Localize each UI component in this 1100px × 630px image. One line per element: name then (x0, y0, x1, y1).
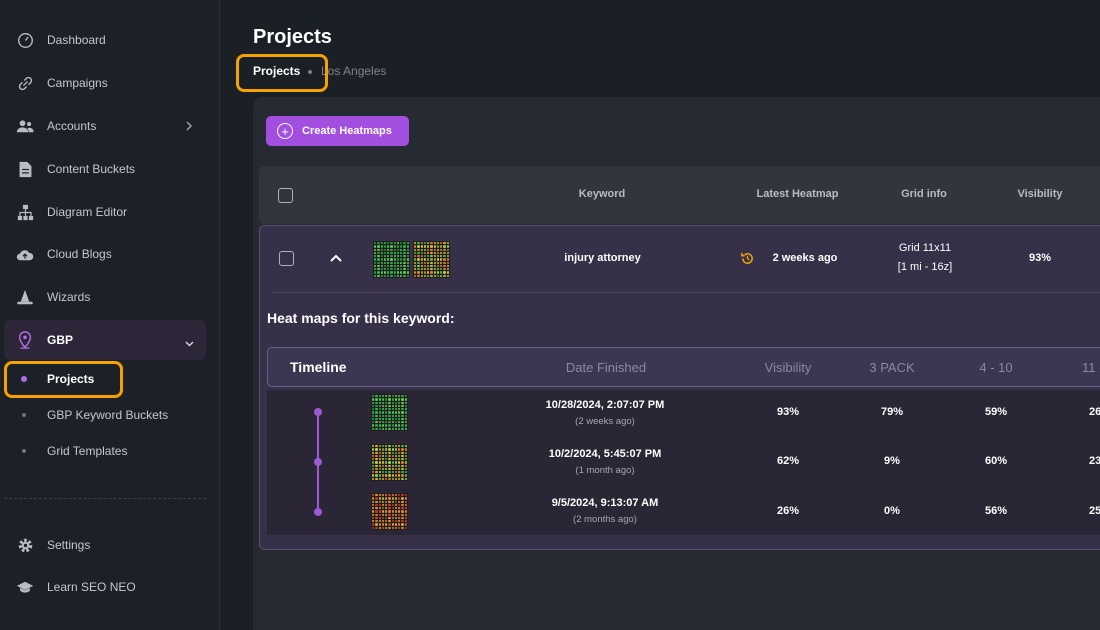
graduation-cap-icon (16, 578, 34, 596)
sidebar-item-label: Wizards (47, 290, 91, 304)
users-icon (16, 117, 34, 135)
sidebar-item-campaigns[interactable]: Campaigns (0, 63, 220, 103)
plus-circle-icon: + (277, 123, 293, 139)
gear-icon (16, 536, 34, 554)
latest-heatmap-cell: 2 weeks ago (772, 252, 838, 264)
heatmap-thumbnail[interactable] (413, 241, 450, 278)
date-finished: 9/5/2024, 9:13:07 AM (551, 497, 659, 509)
sidebar-item-label: Campaigns (47, 76, 108, 90)
cloud-upload-icon (16, 245, 34, 263)
sitemap-icon (16, 203, 34, 221)
sidebar-item-label: Diagram Editor (47, 205, 128, 219)
pack3-value: 9% (884, 455, 900, 467)
rank-11-value: 26 (1089, 406, 1100, 418)
row-divider (272, 292, 1100, 293)
select-all-checkbox[interactable] (278, 188, 293, 203)
sidebar-item-label: Learn SEO NEO (47, 580, 136, 594)
sidebar-divider (4, 498, 206, 499)
sidebar-item-label: Cloud Blogs (47, 247, 112, 261)
document-icon (16, 160, 34, 178)
rank-4-10-value: 59% (984, 406, 1008, 418)
date-relative: (2 months ago) (573, 514, 637, 525)
date-relative: (2 weeks ago) (575, 416, 635, 427)
grid-info-line2: [1 mi - 16z] (897, 261, 953, 273)
visibility-value: 93% (776, 406, 800, 418)
create-heatmaps-button[interactable]: + Create Heatmaps (266, 116, 409, 146)
timeline-dot (314, 408, 322, 416)
gauge-icon (16, 31, 34, 49)
sidebar-item-label: Settings (47, 538, 91, 552)
column-header-grid-info[interactable]: Grid info (884, 188, 964, 200)
column-header-4-10[interactable]: 4 - 10 (966, 360, 1026, 375)
bullet-dot (22, 449, 26, 453)
link-icon (16, 74, 34, 92)
heatmap-thumbnail[interactable] (371, 444, 408, 481)
sidebar-item-diagram-editor[interactable]: Diagram Editor (0, 192, 220, 232)
column-header-visibility[interactable]: Visibility (1000, 188, 1080, 200)
wizard-hat-icon (16, 288, 34, 306)
sidebar-item-cloud-blogs[interactable]: Cloud Blogs (0, 234, 220, 274)
sidebar-item-learn-seo-neo[interactable]: Learn SEO NEO (0, 567, 220, 607)
rank-4-10-value: 56% (984, 505, 1008, 517)
keyword-cell[interactable]: injury attorney (545, 252, 660, 264)
sidebar-item-content-buckets[interactable]: Content Buckets (0, 149, 220, 189)
pack3-value: 0% (884, 505, 900, 517)
map-pin-icon (16, 331, 34, 349)
column-header-visibility[interactable]: Visibility (750, 360, 826, 375)
page-title: Projects (253, 26, 332, 48)
sidebar-item-label: Content Buckets (47, 162, 136, 176)
sidebar-item-label: Dashboard (47, 33, 106, 47)
sidebar: Dashboard Campaigns Accounts Content Buc… (0, 0, 220, 630)
heatmap-thumbnail[interactable] (371, 394, 408, 431)
sidebar-item-label: GBP (47, 333, 74, 347)
heatmap-thumbnail[interactable] (373, 241, 410, 278)
date-finished: 10/2/2024, 5:45:07 PM (548, 448, 662, 460)
column-header-date-finished[interactable]: Date Finished (546, 360, 666, 375)
pack3-value: 79% (880, 406, 904, 418)
chevron-down-icon (184, 335, 195, 353)
sidebar-item-dashboard[interactable]: Dashboard (0, 20, 220, 60)
visibility-cell: 93% (1028, 252, 1052, 264)
heatmaps-section-title: Heat maps for this keyword: (267, 310, 455, 326)
sidebar-subitem-label: Grid Templates (47, 444, 128, 458)
timeline-dot (314, 508, 322, 516)
sidebar-item-settings[interactable]: Settings (0, 525, 220, 565)
date-relative: (1 month ago) (575, 465, 635, 476)
table-header (259, 166, 1100, 224)
column-header-timeline: Timeline (290, 359, 347, 375)
history-icon[interactable] (740, 251, 755, 271)
bullet-dot (22, 413, 26, 417)
sidebar-item-label: Accounts (47, 119, 97, 133)
column-header-11-plus[interactable]: 11 - (1082, 360, 1100, 375)
sidebar-subitem-label: GBP Keyword Buckets (47, 408, 169, 422)
create-heatmaps-label: Create Heatmaps (302, 125, 392, 137)
grid-info-line1: Grid 11x11 (898, 242, 952, 254)
timeline-dot (314, 458, 322, 466)
sidebar-subitem-gbp-keyword-buckets[interactable]: GBP Keyword Buckets (0, 400, 220, 430)
visibility-value: 62% (776, 455, 800, 467)
chevron-right-icon (185, 119, 193, 137)
visibility-value: 26% (776, 505, 800, 517)
breadcrumb-location[interactable]: Los Angeles (321, 64, 386, 78)
sidebar-item-wizards[interactable]: Wizards (0, 277, 220, 317)
highlight-annotation (4, 361, 123, 398)
sidebar-item-accounts[interactable]: Accounts (0, 106, 220, 146)
date-finished: 10/28/2024, 2:07:07 PM (545, 399, 665, 411)
sidebar-subitem-grid-templates[interactable]: Grid Templates (0, 436, 220, 466)
sidebar-item-gbp[interactable]: GBP (0, 320, 220, 360)
heatmap-thumbnail[interactable] (371, 493, 408, 530)
chevron-up-icon[interactable] (329, 251, 343, 265)
column-header-3-pack[interactable]: 3 PACK (857, 360, 927, 375)
rank-4-10-value: 60% (984, 455, 1008, 467)
column-header-latest-heatmap[interactable]: Latest Heatmap (745, 188, 850, 200)
row-checkbox[interactable] (279, 251, 294, 266)
rank-11-value: 25 (1089, 505, 1100, 517)
column-header-keyword[interactable]: Keyword (552, 188, 652, 200)
rank-11-value: 23 (1089, 455, 1100, 467)
highlight-annotation (236, 54, 328, 92)
